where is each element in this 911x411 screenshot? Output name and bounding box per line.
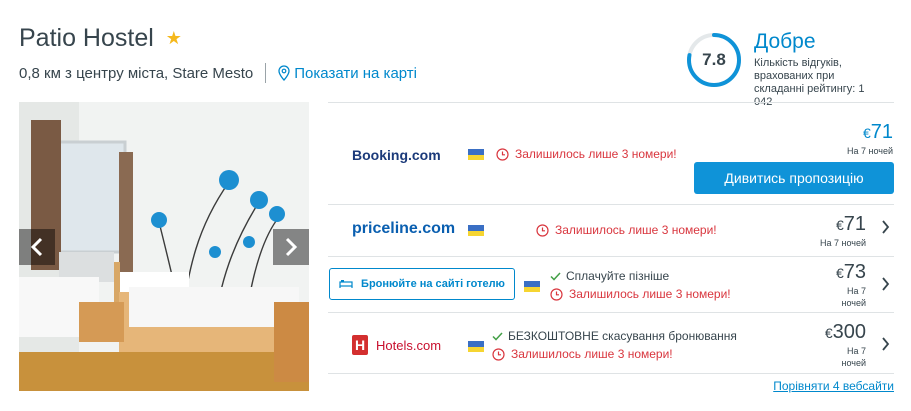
nights-line-1: На 7 — [846, 346, 866, 356]
hotel-location: 0,8 км з центру міста, Stare Mesto Показ… — [19, 63, 417, 83]
distance-text: 0,8 км з центру міста, Stare Mesto — [19, 64, 254, 82]
chevron-right-icon[interactable] — [881, 337, 890, 356]
partner-logo-hotels-com: H Hotels.com — [352, 335, 441, 355]
rating-score: 7.8 — [702, 50, 726, 69]
compare-websites-link[interactable]: Порівняти 4 вебсайти — [773, 379, 894, 393]
bed-icon — [339, 280, 353, 288]
check-icon — [550, 271, 561, 281]
hotels-com-h-icon: H — [352, 335, 368, 355]
book-on-hotel-site-label: Бронюйте на сайті готелю — [361, 278, 505, 290]
partner-name: Hotels.com — [376, 337, 442, 353]
clock-icon — [496, 147, 509, 161]
flag-ukraine-icon — [468, 149, 484, 160]
currency-symbol: € — [835, 265, 844, 281]
nights-label: На 7 ночей — [842, 285, 867, 309]
hotel-photo[interactable] — [19, 102, 309, 391]
nights-line-2: ночей — [841, 298, 867, 308]
chevron-right-icon — [285, 237, 298, 257]
offer-row-hotels-com[interactable]: H Hotels.com БЕЗКОШТОВНЕ скасування брон… — [328, 312, 894, 374]
view-deal-button[interactable]: Дивитись пропозицію — [694, 162, 894, 194]
offer-row-hotel-site[interactable]: Бронюйте на сайті готелю Сплачуйте пізні… — [328, 256, 894, 312]
nights-line-1: На 7 — [846, 286, 866, 296]
availability-warning: Залишилось лише 3 номери! — [536, 223, 717, 237]
hotel-name: Patio Hostel — [19, 24, 154, 52]
availability-text: Залишилось лише 3 номери! — [569, 287, 731, 301]
offer-price: €300 — [825, 321, 866, 344]
rating-badge: 7.8 — [686, 32, 742, 88]
availability-text: Залишилось лише 3 номери! — [515, 147, 677, 161]
nights-label: На 7 ночей — [819, 238, 866, 248]
offer-price: €71 — [863, 121, 893, 144]
partner-logo-booking: Booking.com — [352, 147, 441, 163]
show-on-map-link[interactable]: Показати на карті — [278, 65, 417, 82]
clock-icon — [536, 223, 549, 237]
chevron-right-icon[interactable] — [881, 220, 890, 239]
star-icon: ★ — [165, 28, 182, 48]
offer-price: €71 — [836, 213, 866, 236]
price-value: 73 — [843, 261, 866, 283]
nights-label: На 7 ночей — [846, 146, 893, 156]
flag-ukraine-icon — [468, 341, 484, 352]
price-value: 71 — [870, 121, 893, 143]
availability-warning: Залишилось лише 3 номери! — [492, 347, 673, 361]
perk-text: БЕЗКОШТОВНЕ скасування бронювання — [508, 329, 737, 343]
divider — [265, 63, 267, 83]
pay-later-perk: Сплачуйте пізніше — [550, 269, 669, 283]
currency-symbol: € — [824, 325, 833, 341]
currency-symbol: € — [835, 217, 844, 233]
flag-ukraine-icon — [524, 281, 540, 292]
map-link-label: Показати на карті — [294, 64, 418, 82]
room-photo-image — [19, 102, 309, 391]
offer-price: €73 — [836, 261, 866, 284]
free-cancellation-perk: БЕЗКОШТОВНЕ скасування бронювання — [492, 329, 737, 343]
availability-warning: Залишилось лише 3 номери! — [496, 147, 677, 161]
currency-symbol: € — [862, 125, 871, 141]
chevron-left-icon — [30, 237, 43, 257]
map-pin-icon — [278, 65, 290, 81]
offer-row-booking[interactable]: Booking.com Залишилось лише 3 номери! €7… — [328, 102, 894, 204]
offer-row-priceline[interactable]: priceline.com Залишилось лише 3 номери! … — [328, 204, 894, 256]
partner-logo-priceline: priceline.com — [352, 220, 456, 237]
rating-word: Добре — [754, 30, 816, 53]
book-on-hotel-site-button[interactable]: Бронюйте на сайті готелю — [329, 268, 515, 300]
flag-ukraine-icon — [468, 225, 484, 236]
availability-warning: Залишилось лише 3 номери! — [550, 287, 731, 301]
photo-prev-button[interactable] — [19, 229, 55, 265]
chevron-right-icon[interactable] — [881, 277, 890, 296]
price-value: 71 — [843, 213, 866, 235]
nights-label: На 7 ночей — [842, 345, 867, 369]
photo-next-button[interactable] — [273, 229, 309, 265]
clock-icon — [492, 347, 505, 361]
nights-line-2: ночей — [841, 358, 867, 368]
availability-text: Залишилось лише 3 номери! — [511, 347, 673, 361]
price-value: 300 — [832, 321, 866, 343]
check-icon — [492, 331, 503, 341]
perk-text: Сплачуйте пізніше — [566, 269, 670, 283]
availability-text: Залишилось лише 3 номери! — [555, 223, 717, 237]
hotel-title: Patio Hostel ★ — [19, 24, 182, 53]
clock-icon — [550, 287, 563, 301]
